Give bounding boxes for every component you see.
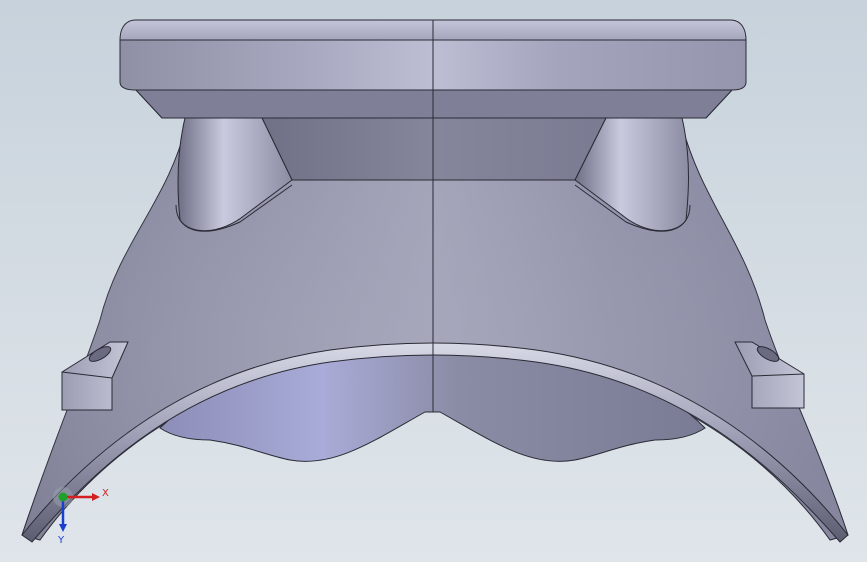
body-glow bbox=[22, 118, 848, 540]
part-model[interactable] bbox=[0, 0, 867, 562]
x-axis-label: X bbox=[102, 488, 109, 499]
top-cap-lower-band bbox=[134, 89, 734, 119]
y-axis-arrowhead-icon bbox=[59, 524, 67, 532]
graphics-viewport[interactable]: X Y bbox=[0, 0, 867, 562]
origin-icon bbox=[58, 492, 68, 502]
neck-section bbox=[261, 117, 607, 181]
coordinate-triad: X Y bbox=[53, 487, 109, 546]
x-axis-arrowhead-icon bbox=[92, 493, 100, 501]
y-axis-label: Y bbox=[57, 535, 65, 546]
